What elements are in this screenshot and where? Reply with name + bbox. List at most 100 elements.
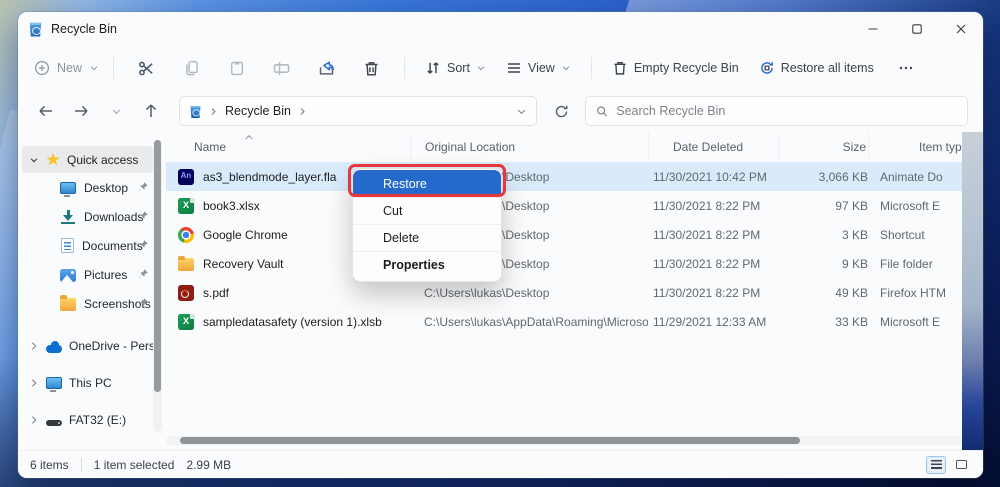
view-button-label: View [527,61,555,75]
column-header-original-location[interactable]: Original Location [410,132,648,162]
chevron-down-icon [562,66,570,71]
sidebar-item-label: Documents [82,238,143,253]
context-menu-item[interactable]: Restore [353,170,501,197]
window-title: Recycle Bin [51,22,117,36]
sidebar-item-icon [60,181,76,197]
chevron-down-icon [112,109,120,114]
table-row[interactable]: sampledatasafety (version 1).xlsb C:\Use… [166,307,962,336]
file-name: s.pdf [203,285,230,300]
new-button[interactable]: New [34,60,99,76]
empty-recycle-bin-label: Empty Recycle Bin [633,61,739,75]
sidebar-item[interactable]: FAT32 (E:) [22,405,153,435]
sidebar-item[interactable]: Pictures [22,260,153,289]
column-header-size[interactable]: Size [778,132,868,162]
up-button[interactable] [138,103,164,119]
share-button[interactable] [304,60,349,77]
sort-button[interactable]: Sort [425,60,486,76]
copy-button[interactable] [169,60,214,76]
sidebar-item-quick-access[interactable]: Quick access [22,146,153,173]
thumbnails-view-button[interactable] [951,456,971,474]
sidebar-item-icon [60,295,76,311]
table-row[interactable]: Google Chrome C:\Users\lukas\Desktop 11/… [166,220,962,249]
context-menu-item[interactable]: Delete [353,224,501,251]
paste-button[interactable] [214,60,259,76]
breadcrumb[interactable]: Recycle Bin [179,96,537,126]
item-type-cell: Microsoft E [880,198,941,213]
chevron-right-icon [300,107,305,115]
sidebar-item-label: Desktop [84,180,129,195]
details-view-button[interactable] [926,455,946,474]
file-name-cell: s.pdf [166,284,410,301]
file-rows: as3_blendmode_layer.fla C:\Users\lukas\D… [166,162,962,336]
ellipsis-icon [899,66,913,70]
close-button[interactable] [939,12,983,46]
size-cell: 3 KB [841,227,868,242]
file-type-icon [178,284,194,301]
new-button-label: New [57,61,83,75]
context-menu-item-label: Properties [383,258,445,272]
cut-button[interactable] [124,60,169,77]
back-button[interactable] [33,103,59,119]
date-deleted-cell: 11/30/2021 8:22 PM [653,227,761,242]
date-deleted-cell: 11/30/2021 8:22 PM [653,285,761,300]
sidebar-item[interactable]: This PC [22,368,153,398]
horizontal-scrollbar[interactable] [166,436,962,445]
restore-all-items-label: Restore all items [780,61,874,75]
refresh-button[interactable] [546,104,576,119]
view-button[interactable]: View [506,60,571,76]
column-headers: Name Original Location Date Deleted Size… [166,132,962,162]
sidebar-item[interactable]: Desktop [22,173,153,202]
minimize-button[interactable] [851,12,895,46]
sidebar-item-label: Pictures [84,267,128,282]
context-menu-item[interactable]: Properties [353,251,501,278]
table-row[interactable]: book3.xlsx C:\Users\lukas\Desktop 11/30/… [166,191,962,220]
see-more-button[interactable] [898,60,914,76]
sidebar-scrollbar[interactable] [153,140,162,432]
column-header-name[interactable]: Name [166,132,410,162]
breadcrumb-item[interactable]: Recycle Bin [225,104,291,118]
file-name-cell: sampledatasafety (version 1).xlsb [166,313,410,330]
toolbar-divider [404,57,406,79]
original-location-cell: C:\Users\lukas\Desktop [424,285,550,300]
horizontal-scrollbar-thumb[interactable] [180,437,800,444]
file-type-icon [178,168,194,185]
table-row[interactable]: s.pdf C:\Users\lukas\Desktop 11/30/2021 … [166,278,962,307]
sidebar-item-label: FAT32 (E:) [69,413,127,427]
search-input[interactable] [616,104,957,118]
selection-count: 1 item selected [93,457,175,472]
tree-list: OneDrive - Perso This PC FAT32 (E:) [22,331,153,435]
table-row[interactable]: as3_blendmode_layer.fla C:\Users\lukas\D… [166,162,962,191]
maximize-button[interactable] [895,12,939,46]
recycle-bin-icon [190,105,201,118]
sidebar-item[interactable]: OneDrive - Perso [22,331,153,361]
sidebar-scrollbar-thumb[interactable] [154,140,161,392]
pin-icon [137,239,149,251]
rename-button[interactable] [259,60,304,77]
navigation-pane: Quick access Desktop Downloads Documents… [22,146,153,442]
date-deleted-cell: 11/30/2021 8:22 PM [653,198,761,213]
table-row[interactable]: Recovery Vault C:\Users\lukas\Desktop 11… [166,249,962,278]
sidebar-item-label: This PC [69,376,112,390]
restore-all-items-button[interactable]: Restore all items [759,60,874,76]
pin-icon [137,268,149,280]
date-deleted-cell: 11/30/2021 10:42 PM [653,169,767,184]
column-header-item-type[interactable]: Item type [868,132,962,162]
window-right-margin [962,132,983,450]
address-dropdown-button[interactable] [516,106,527,117]
sidebar-item[interactable]: Downloads [22,202,153,231]
sidebar-item[interactable]: Documents [22,231,153,260]
pin-icon [137,297,149,309]
size-cell: 49 KB [835,285,868,300]
sidebar-item[interactable]: Screenshots [22,289,153,318]
delete-button[interactable] [349,60,394,77]
empty-recycle-bin-button[interactable]: Empty Recycle Bin [612,60,739,76]
column-header-date-deleted[interactable]: Date Deleted [648,132,778,162]
context-menu-item[interactable]: Cut [353,197,501,224]
chevron-right-icon [211,107,216,115]
sidebar-item-icon [60,209,76,224]
item-type-cell: Microsoft E [880,314,941,329]
recent-locations-button[interactable] [103,106,129,117]
forward-button[interactable] [68,103,94,119]
sidebar-item-icon [60,268,76,282]
size-cell: 33 KB [835,314,868,329]
